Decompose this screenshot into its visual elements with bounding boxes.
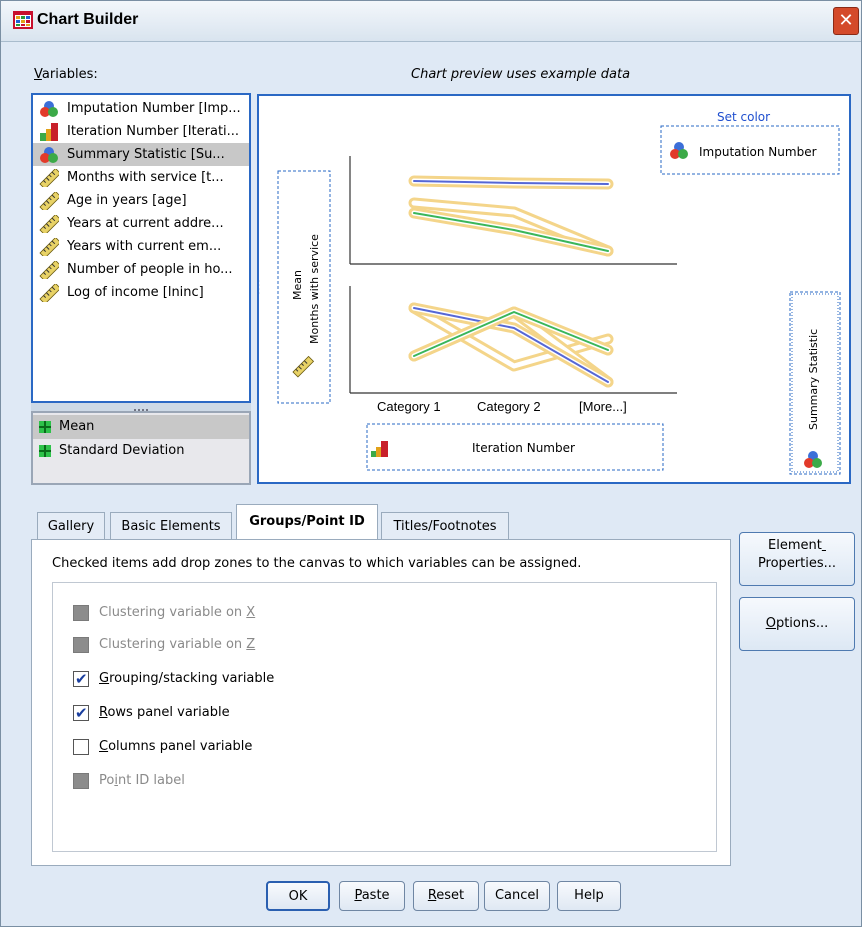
options-label: ptions...: [775, 616, 829, 631]
variable-item[interactable]: Iteration Number [Iterati...: [33, 120, 249, 143]
element-properties-button[interactable]: Element Properties...: [739, 532, 855, 586]
panel-var-label: Summary Statistic: [807, 328, 820, 430]
tab-groups-point-id[interactable]: Groups/Point ID: [236, 504, 378, 542]
variable-label: Years at current addre...: [67, 216, 224, 231]
variable-label: Number of people in ho...: [67, 262, 233, 277]
variable-label: Iteration Number [Iterati...: [67, 124, 240, 139]
preview-note: Chart preview uses example data: [411, 67, 631, 82]
option-label: Columns panel variable: [99, 739, 253, 754]
reset-accel: R: [427, 888, 437, 903]
variable-item[interactable]: Months with service [t...: [33, 166, 249, 189]
cancel-label: Cancel: [494, 888, 540, 903]
statistic-item[interactable]: Mean: [33, 415, 249, 439]
paste-label: aste: [361, 888, 390, 903]
variable-item[interactable]: Years with current em...: [33, 235, 249, 258]
tab-bar: Gallery Basic Elements Groups/Point ID Titl…: [31, 504, 731, 542]
reset-label: eset: [436, 888, 465, 903]
paste-accel: P: [354, 888, 362, 903]
options-group: Clustering variable on X Clustering varia…: [52, 582, 717, 852]
checkbox-icon: [73, 605, 89, 621]
variables-label: Variables:: [34, 67, 98, 82]
option-label: Clustering variable on X: [99, 605, 256, 620]
variable-item[interactable]: Years at current addre...: [33, 212, 249, 235]
checkbox-icon: [73, 773, 89, 789]
variable-label: Summary Statistic [Su...: [67, 147, 225, 162]
chart-builder-window: Chart Builder ✕ Variables: Chart preview…: [0, 0, 862, 927]
help-label: Help: [574, 888, 604, 903]
variable-label: Years with current em...: [67, 239, 222, 254]
help-button[interactable]: Help: [557, 881, 621, 911]
tab-titles-footnotes[interactable]: Titles/Footnotes: [381, 512, 509, 540]
variable-item[interactable]: Log of income [lninc]: [33, 281, 249, 304]
variables-list[interactable]: Imputation Number [Imp... Iteration Numbe…: [31, 93, 251, 403]
reset-button[interactable]: Reset: [413, 881, 479, 911]
option-label: Rows panel variable: [99, 705, 230, 720]
y-var-scale-icon: [292, 355, 315, 378]
variable-label: Age in years [age]: [67, 193, 187, 208]
checkbox-checked-icon[interactable]: ✔: [73, 704, 89, 722]
options-button[interactable]: Options...: [739, 597, 855, 651]
groups-point-id-panel: Checked items add drop zones to the canv…: [31, 539, 731, 866]
variable-item[interactable]: Age in years [age]: [33, 189, 249, 212]
variable-item[interactable]: Number of people in ho...: [33, 258, 249, 281]
paste-button[interactable]: Paste: [339, 881, 405, 911]
checkbox-icon[interactable]: [73, 739, 89, 755]
scale-icon: [39, 282, 62, 304]
checkbox-icon: [73, 637, 89, 653]
option-label: Grouping/stacking variable: [99, 671, 275, 686]
nominal-icon: [39, 100, 59, 118]
variable-item[interactable]: Summary Statistic [Su...: [33, 143, 249, 166]
chart-builder-app-icon: [13, 11, 33, 29]
window-title: Chart Builder: [37, 11, 139, 28]
scale-icon: [39, 259, 62, 281]
variable-label: Months with service [t...: [67, 170, 224, 185]
summary-statistics-list[interactable]: Mean Standard Deviation: [31, 411, 251, 485]
ok-label: OK: [288, 889, 308, 904]
checkbox-checked-icon[interactable]: ✔: [73, 670, 89, 688]
ordinal-icon: [39, 123, 59, 141]
scale-icon: [39, 236, 62, 258]
y-stat-label: Mean: [291, 270, 304, 300]
element-properties-line2: Properties...: [757, 556, 837, 571]
y-var-label: Months with service: [308, 234, 321, 344]
x-var-ordinal-icon: [371, 441, 388, 457]
tab-basic-elements[interactable]: Basic Elements: [110, 512, 232, 540]
variable-label: Imputation Number [Imp...: [67, 101, 241, 116]
set-color-label: Set color: [717, 110, 771, 124]
variable-item[interactable]: Imputation Number [Imp...: [33, 97, 249, 120]
nominal-icon: [39, 146, 59, 164]
panel-description: Checked items add drop zones to the canv…: [52, 556, 582, 571]
statistic-grid-icon: [39, 421, 51, 433]
statistic-label: Standard Deviation: [59, 443, 185, 458]
ok-button[interactable]: OK: [266, 881, 330, 911]
x-var-label: Iteration Number: [472, 441, 575, 455]
close-button[interactable]: ✕: [833, 7, 859, 35]
element-properties-line1: Element: [768, 538, 822, 553]
list-splitter[interactable]: [31, 403, 251, 411]
variable-label: Log of income [lninc]: [67, 285, 204, 300]
scale-icon: [39, 213, 62, 235]
cancel-button[interactable]: Cancel: [484, 881, 550, 911]
category-more-label: [More...]: [579, 399, 627, 414]
category-2-label: Category 2: [477, 399, 541, 414]
tab-gallery[interactable]: Gallery: [37, 512, 105, 540]
close-icon: ✕: [838, 10, 854, 31]
chart-canvas[interactable]: Set color Imputation Number Mean Months …: [257, 94, 851, 484]
option-label: Point ID label: [99, 773, 185, 788]
color-var-label: Imputation Number: [699, 145, 817, 159]
scale-icon: [39, 167, 62, 189]
title-bar[interactable]: Chart Builder ✕: [1, 1, 861, 42]
options-accel: O: [765, 616, 776, 631]
scale-icon: [39, 190, 62, 212]
color-var-nominal-icon: [670, 142, 688, 159]
category-1-label: Category 1: [377, 399, 441, 414]
panel-var-nominal-icon: [804, 451, 822, 468]
statistic-item[interactable]: Standard Deviation: [33, 439, 249, 463]
statistic-grid-icon: [39, 445, 51, 457]
option-label: Clustering variable on Z: [99, 637, 256, 652]
statistic-label: Mean: [59, 419, 95, 434]
